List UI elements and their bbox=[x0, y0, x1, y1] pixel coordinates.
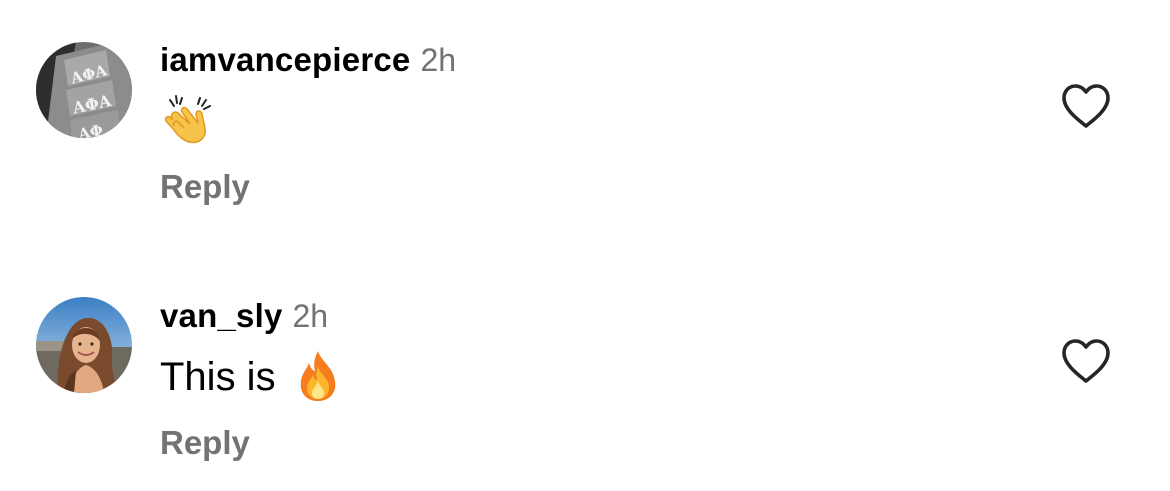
clapping-hands-icon bbox=[160, 90, 216, 153]
reply-button[interactable]: Reply bbox=[160, 170, 250, 203]
woman-portrait-photo-icon bbox=[36, 297, 132, 393]
timestamp: 2h bbox=[292, 298, 329, 334]
heart-outline-icon bbox=[1062, 339, 1110, 383]
comment-item: van_sly 2h This is Reply bbox=[0, 255, 1170, 491]
username[interactable]: iamvancepierce bbox=[160, 41, 410, 78]
comment-text bbox=[160, 90, 216, 153]
comment-text: This is bbox=[160, 349, 343, 410]
avatar[interactable] bbox=[36, 297, 132, 393]
username[interactable]: van_sly bbox=[160, 297, 283, 334]
fire-icon bbox=[293, 349, 343, 410]
comment-header: van_sly 2h bbox=[160, 299, 328, 332]
timestamp: 2h bbox=[420, 42, 457, 78]
comment-item: ΑΦΑ ΑΦΑ ΑΦ iamvancepierce 2h Reply bbox=[0, 0, 1170, 240]
comment-header: iamvancepierce 2h bbox=[160, 43, 456, 76]
greek-letters-photo-icon: ΑΦΑ ΑΦΑ ΑΦ bbox=[36, 42, 132, 138]
comment-body: This is bbox=[160, 355, 276, 400]
like-button[interactable] bbox=[1060, 82, 1112, 130]
heart-outline-icon bbox=[1062, 84, 1110, 128]
avatar[interactable]: ΑΦΑ ΑΦΑ ΑΦ bbox=[36, 42, 132, 138]
reply-button[interactable]: Reply bbox=[160, 426, 250, 459]
like-button[interactable] bbox=[1060, 337, 1112, 385]
